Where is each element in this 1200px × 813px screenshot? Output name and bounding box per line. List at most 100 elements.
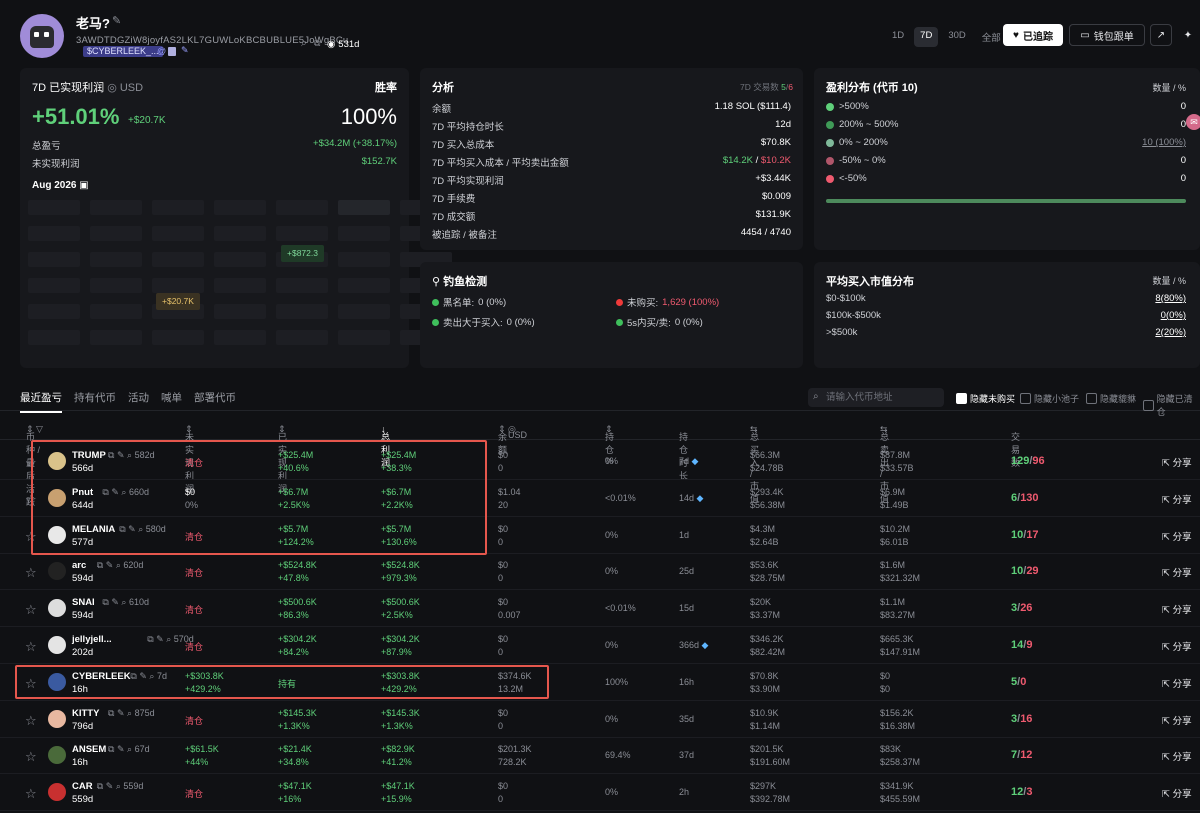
tab-7d[interactable]: 7D [914,27,939,47]
table-row[interactable]: ☆ SNAI ⧉ ✎ ⌕ 610d 594d 清仓 +$500.6K +86.3% +$500… [0,590,1200,628]
share-button[interactable]: ⇱ 分享 [1162,455,1192,469]
edit-icon[interactable]: ✎ [117,744,125,754]
copy-icon[interactable]: ⧉ [108,708,114,718]
copy-trade-button[interactable]: ▭ 钱包跟单 [1069,24,1145,46]
share-button[interactable]: ⇱ 分享 [1162,565,1192,579]
copy-icon[interactable]: ⧉ [102,597,108,607]
buy-total: $297K [750,781,777,792]
star-icon[interactable]: ☆ [25,639,37,655]
token-age: 594d [72,610,94,622]
buy-mcap: $2.64B [750,536,779,547]
mcap-value[interactable]: 0(0%) [1161,310,1186,321]
trades-sell: 96 [1032,455,1045,467]
edit-icon[interactable]: ✎ [106,560,114,570]
analysis-row: 7D 成交额 $131.9K [432,209,791,223]
edit-tag-icon[interactable]: ✎ [181,45,189,56]
edit-icon[interactable]: ✎ [156,634,164,644]
search-address-icon[interactable]: ⌕ [301,38,307,49]
edit-icon[interactable]: ✎ [117,708,125,718]
mcap-label: $0-$100k [826,293,866,304]
edit-icon[interactable]: ✎ [111,597,119,607]
col-hold-pct[interactable]: 持仓 % ⇕ [605,424,614,466]
token-symbol[interactable]: SNAI [72,597,95,608]
calendar-day [214,278,266,293]
search-icon[interactable]: ⌕ [166,634,171,644]
buy-mcap: $82.42M [750,647,786,657]
calendar-badge-gain: +$20.7K [156,293,200,310]
search-icon[interactable]: ⌕ [121,597,126,607]
col-realized[interactable]: 已实现利润 ⇕ [278,424,287,494]
token-tag[interactable]: $CYBERLEEK_... [83,46,163,57]
col-unrealized[interactable]: 未实现利润 ⇕ [185,424,194,494]
tab-1d[interactable]: 1D [886,27,910,47]
share-button[interactable]: ⇱ 分享 [1162,786,1192,800]
star-icon[interactable]: ☆ [25,713,37,729]
token-tools-icons: ⧉ ✎ ⌕ 610d [102,597,149,608]
token-symbol[interactable]: arc [72,560,86,571]
share-button[interactable]: ⇱ 分享 [1162,713,1192,727]
analysis-value: $70.8K [760,137,791,148]
mcap-value[interactable]: 8(80%) [1155,293,1186,304]
sparkle-icon[interactable]: ✦ [1177,24,1199,46]
share-button[interactable]: ⇱ 分享 [1162,639,1192,653]
mcap-value[interactable]: 2(20%) [1155,327,1186,338]
col-token[interactable]: 币种 / 最后活跃 ⇕ ▽ [26,424,43,507]
token-search-input[interactable]: 请输入代币地址 [808,388,944,407]
realized-pct: +86.3% [278,610,309,621]
realized-value: +$21.4K [278,744,312,755]
token-symbol[interactable]: ANSEM [72,744,106,755]
float-chat-icon[interactable]: ✉ [1186,114,1200,130]
search-icon[interactable]: ⌕ [116,781,121,791]
phishing-item: 未购买: 1,629 (100%) [616,295,719,309]
buy-mcap: $28.75M [750,573,786,584]
copy-icon[interactable]: ⧉ [147,634,153,644]
col-total[interactable]: 总利润 ↓ [381,424,390,468]
filter-hide-closed[interactable]: 隐藏已清仓 [1143,392,1200,418]
star-icon[interactable]: ☆ [25,749,37,765]
copy-address-icon[interactable]: ⧉ [314,38,320,49]
table-row[interactable]: ☆ KITTY ⧉ ✎ ⌕ 875d 796d 清仓 +$145.3K +1.3K% +$14… [0,701,1200,738]
share-button[interactable]: ⇱ 分享 [1162,492,1192,506]
analysis-value: 12d [775,119,791,130]
star-icon[interactable]: ☆ [25,565,37,581]
follow-button[interactable]: ♥ 已追踪 [1003,24,1063,46]
hook-icon: ⚲ [432,276,441,288]
distribution-value[interactable]: 10 (100%) [1142,137,1186,148]
star-icon[interactable]: ☆ [25,786,37,802]
star-icon[interactable]: ☆ [25,602,37,618]
copy-icon[interactable]: ⧉ [97,560,103,570]
hold-duration: 16h [679,676,695,687]
search-icon[interactable]: ⌕ [127,744,132,754]
search-icon[interactable]: ⌕ [127,708,132,718]
edit-icon[interactable]: ✎ [106,781,114,791]
token-symbol[interactable]: jellyjell... [72,634,112,645]
search-icon[interactable]: ⌕ [116,560,121,570]
share-icon[interactable]: ↗ [1150,24,1172,46]
col-sell[interactable]: 总卖出 / 市值 ⇆ [880,424,889,504]
trade-count: 5/0 [1011,675,1027,688]
filter-hide-small-pool[interactable]: 隐藏小池子 [1020,392,1079,405]
status-dot-icon [432,298,439,306]
table-row[interactable]: ☆ jellyjell... ⧉ ✎ ⌕ 570d 202d 清仓 +$304.2K +84… [0,627,1200,664]
phishing-title: 钓鱼检测 [443,276,488,288]
sell-mcap: $83.27M [880,610,916,621]
col-balance[interactable]: 余额 ⇕ USD ◎ [498,424,527,455]
share-button[interactable]: ⇱ 分享 [1162,676,1192,690]
table-row[interactable]: ☆ ANSEM ⧉ ✎ ⌕ 67d 16h +$61.5K +44% +$21.4K +34.… [0,737,1200,775]
col-buy[interactable]: 总买入 / 市值 ⇆ [750,424,759,504]
share-button[interactable]: ⇱ 分享 [1162,602,1192,616]
copy-icon[interactable]: ⧉ [108,744,114,754]
tab-30d[interactable]: 30D [942,27,971,47]
filter-hide-honeypot[interactable]: 隐藏貔貅 [1086,392,1136,405]
table-row[interactable]: ☆ arc ⧉ ✎ ⌕ 620d 594d 清仓 +$524.8K +47.8% +$524.… [0,553,1200,591]
token-symbol[interactable]: KITTY [72,708,99,719]
calendar-icon[interactable]: ▣ [79,180,88,191]
table-row[interactable]: ☆ CAR ⧉ ✎ ⌕ 559d 559d 清仓 +$47.1K +16% +$47.1K +1… [0,774,1200,812]
token-symbol[interactable]: CAR [72,781,93,792]
share-button[interactable]: ⇱ 分享 [1162,749,1192,763]
share-button[interactable]: ⇱ 分享 [1162,529,1192,543]
realized-value: +$500.6K [278,597,317,608]
filter-hide-unbought[interactable]: 隐藏未购买 [956,392,1015,405]
edit-name-icon[interactable]: ✎ [112,14,121,27]
copy-icon[interactable]: ⧉ [97,781,103,791]
